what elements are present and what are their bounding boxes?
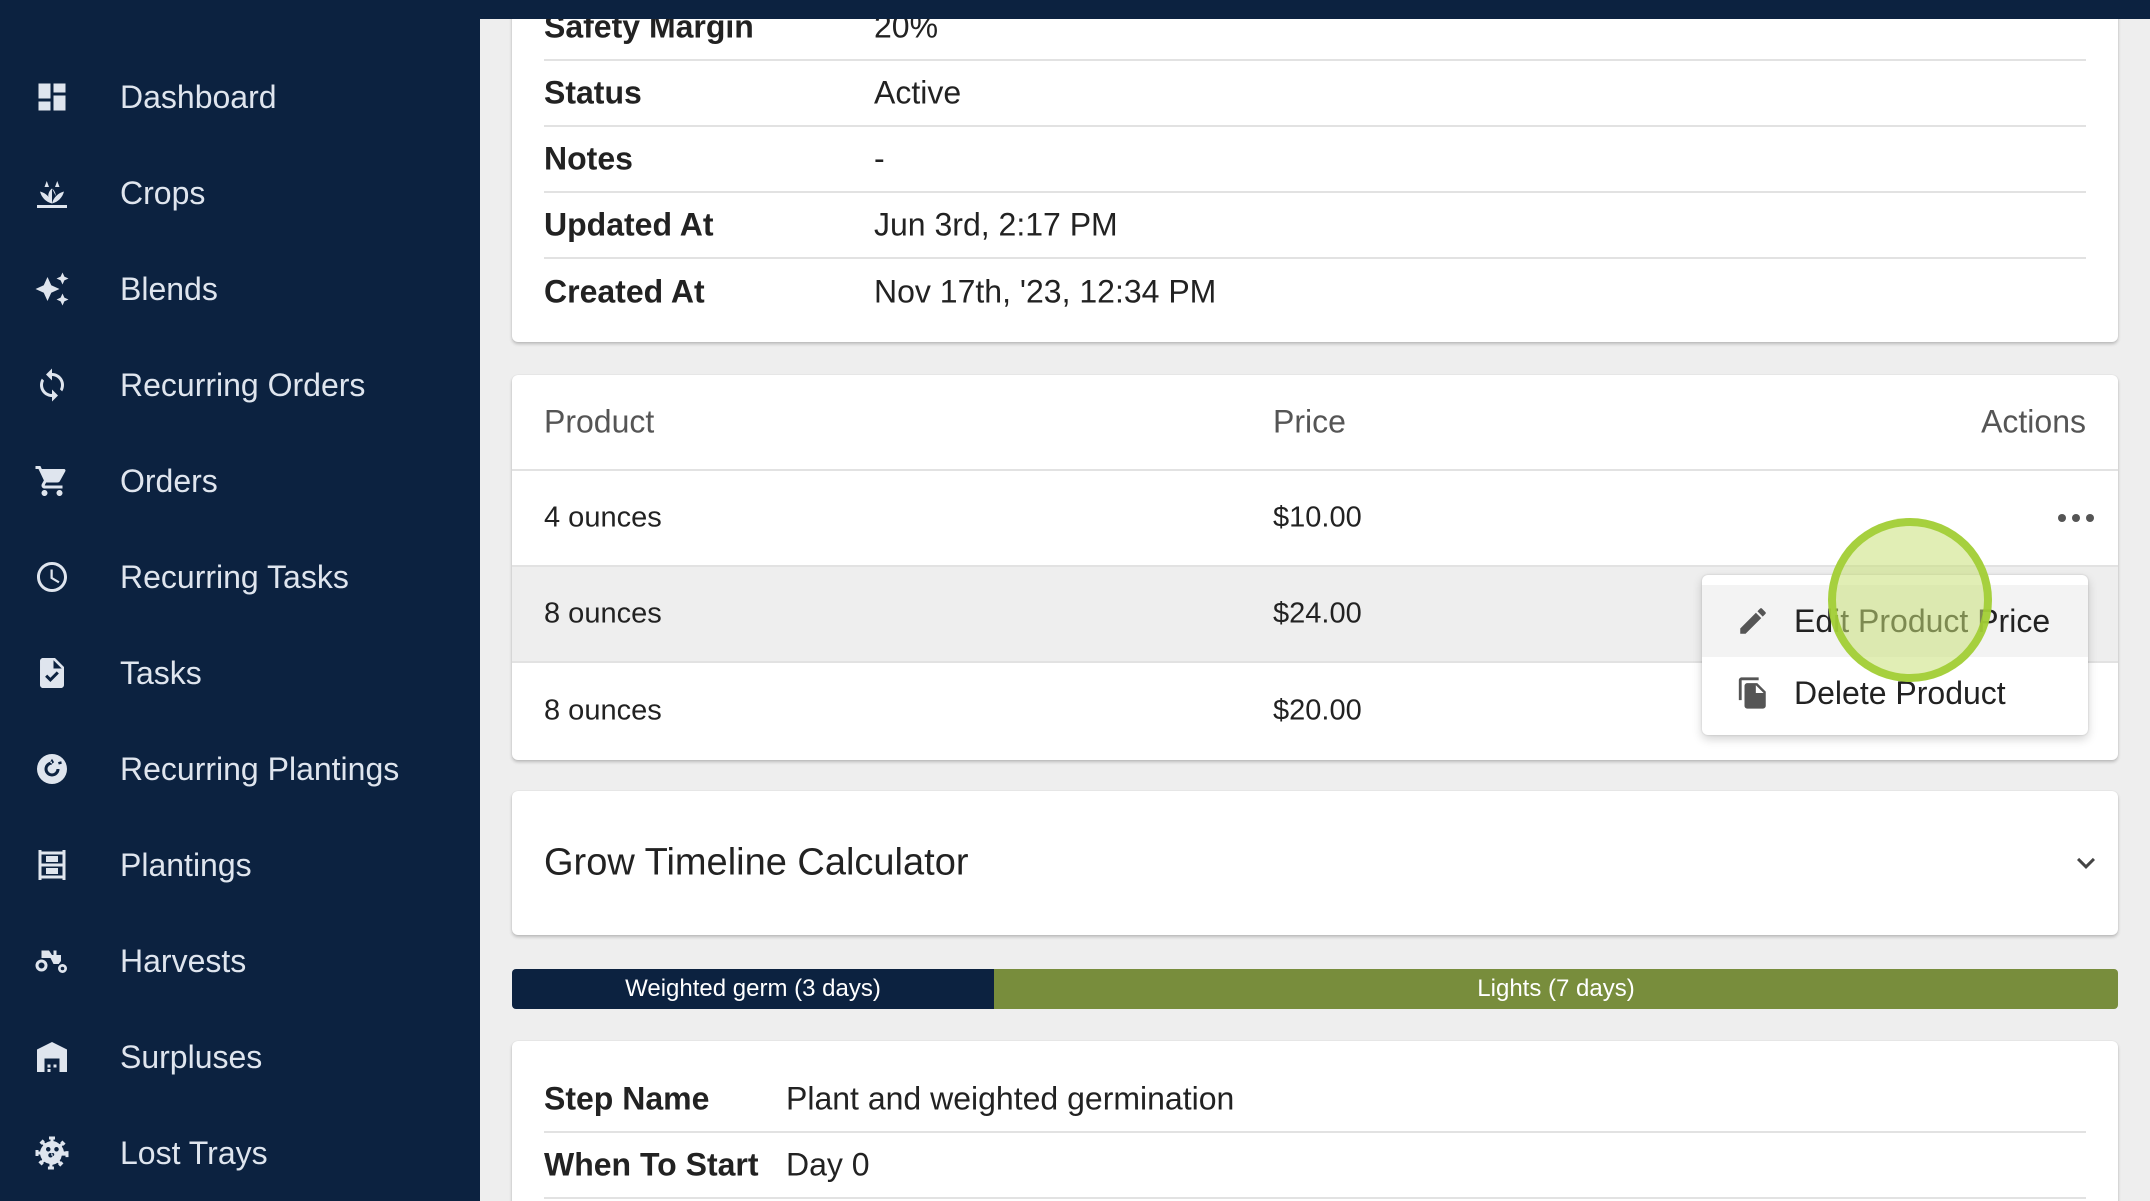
sidebar-item-label: Recurring Plantings	[120, 750, 400, 787]
product-name: 4 ounces	[544, 501, 662, 534]
sidebar-item-surpluses[interactable]: Surpluses	[0, 1009, 480, 1105]
sync-icon	[32, 365, 72, 405]
calculator-title: Grow Timeline Calculator	[544, 841, 969, 884]
shelf-icon	[32, 845, 72, 885]
sidebar-item-tasks[interactable]: Tasks	[0, 625, 480, 721]
grow-timeline-calculator[interactable]: Grow Timeline Calculator	[512, 791, 2118, 935]
task-doc-icon	[32, 653, 72, 693]
virus-icon	[32, 1133, 72, 1173]
sidebar-item-label: Orders	[120, 462, 218, 499]
column-header-actions: Actions	[1981, 403, 2086, 440]
step-value: Plant and weighted germination	[786, 1080, 1235, 1117]
step-row-name: Step Name Plant and weighted germination	[544, 1067, 2086, 1133]
detail-row-status: Status Active	[544, 61, 2086, 127]
sidebar-item-recurring-orders[interactable]: Recurring Orders	[0, 337, 480, 433]
timeline-segment-germ: Weighted germ (3 days)	[512, 969, 994, 1009]
detail-value: -	[874, 140, 885, 177]
menu-item-delete-product[interactable]: Delete Product	[1702, 657, 2088, 729]
sidebar: Dashboard Crops Blends Recurring Orders …	[0, 19, 480, 1201]
detail-value: 20%	[874, 19, 939, 45]
sidebar-item-harvests[interactable]: Harvests	[0, 913, 480, 1009]
step-value: Day 0	[786, 1146, 870, 1183]
sidebar-item-label: Lost Trays	[120, 1134, 268, 1171]
sidebar-item-label: Recurring Tasks	[120, 558, 349, 595]
sidebar-item-plantings[interactable]: Plantings	[0, 817, 480, 913]
sidebar-item-recurring-tasks[interactable]: Recurring Tasks	[0, 529, 480, 625]
detail-label: Notes	[544, 140, 633, 177]
detail-value: Nov 17th, '23, 12:34 PM	[874, 273, 1217, 310]
sidebar-item-label: Surpluses	[120, 1038, 263, 1075]
sidebar-item-label: Plantings	[120, 846, 252, 883]
sidebar-item-label: Harvests	[120, 942, 247, 979]
table-row: 4 ounces $10.00	[512, 471, 2118, 567]
clock-icon	[32, 557, 72, 597]
sidebar-item-label: Recurring Orders	[120, 366, 366, 403]
sprout-icon	[32, 173, 72, 213]
grow-timeline-bar: Weighted germ (3 days) Lights (7 days)	[512, 969, 2118, 1009]
product-name: 8 ounces	[544, 694, 662, 727]
sidebar-item-crops[interactable]: Crops	[0, 145, 480, 241]
detail-value: Active	[874, 74, 962, 111]
sidebar-item-label: Blends	[120, 270, 218, 307]
sidebar-item-orders[interactable]: Orders	[0, 433, 480, 529]
detail-label: Safety Margin	[544, 19, 754, 45]
chevron-down-icon[interactable]	[2068, 845, 2104, 881]
sidebar-item-lost-trays[interactable]: Lost Trays	[0, 1105, 480, 1201]
step-label: When To Start	[544, 1146, 759, 1183]
step-row-when-to-start: When To Start Day 0	[544, 1133, 2086, 1199]
row-actions-button[interactable]	[2052, 506, 2100, 530]
sidebar-item-recurring-plantings[interactable]: Recurring Plantings	[0, 721, 480, 817]
detail-label: Updated At	[544, 206, 714, 243]
column-header-product: Product	[544, 403, 655, 440]
product-price: $24.00	[1273, 597, 1362, 630]
menu-item-edit-price[interactable]: Edit Product Price	[1702, 585, 2088, 657]
details-card: Safety Margin 20% Status Active Notes - …	[512, 19, 2118, 342]
step-card: Step Name Plant and weighted germination…	[512, 1041, 2118, 1201]
sidebar-item-label: Crops	[120, 174, 206, 211]
column-header-price: Price	[1273, 403, 1346, 440]
row-actions-menu: Edit Product Price Delete Product	[1702, 575, 2088, 735]
dashboard-icon	[32, 77, 72, 117]
top-app-bar	[0, 0, 2150, 19]
more-horiz-icon	[2058, 514, 2066, 522]
tractor-icon	[32, 941, 72, 981]
sidebar-item-label: Dashboard	[120, 78, 277, 115]
product-price: $20.00	[1273, 694, 1362, 727]
detail-row-notes: Notes -	[544, 127, 2086, 193]
product-price: $10.00	[1273, 501, 1362, 534]
menu-item-label: Edit Product Price	[1794, 602, 2051, 639]
sidebar-item-dashboard[interactable]: Dashboard	[0, 49, 480, 145]
step-label: Step Name	[544, 1080, 710, 1117]
table-header: Product Price Actions	[512, 375, 2118, 471]
sparkle-icon	[32, 269, 72, 309]
detail-label: Status	[544, 74, 642, 111]
sidebar-item-blends[interactable]: Blends	[0, 241, 480, 337]
menu-item-label: Delete Product	[1794, 674, 2006, 711]
cart-icon	[32, 461, 72, 501]
detail-label: Created At	[544, 273, 705, 310]
timeline-segment-lights: Lights (7 days)	[994, 969, 2118, 1009]
detail-value: Jun 3rd, 2:17 PM	[874, 206, 1118, 243]
sidebar-item-label: Tasks	[120, 654, 202, 691]
detail-row-safety-margin: Safety Margin 20%	[544, 19, 2086, 61]
detail-row-updated-at: Updated At Jun 3rd, 2:17 PM	[544, 193, 2086, 259]
seed-cycle-icon	[32, 749, 72, 789]
detail-row-created-at: Created At Nov 17th, '23, 12:34 PM	[544, 259, 2086, 325]
pencil-icon	[1736, 604, 1770, 638]
warehouse-icon	[32, 1037, 72, 1077]
file-copy-icon	[1736, 676, 1770, 710]
product-name: 8 ounces	[544, 597, 662, 630]
